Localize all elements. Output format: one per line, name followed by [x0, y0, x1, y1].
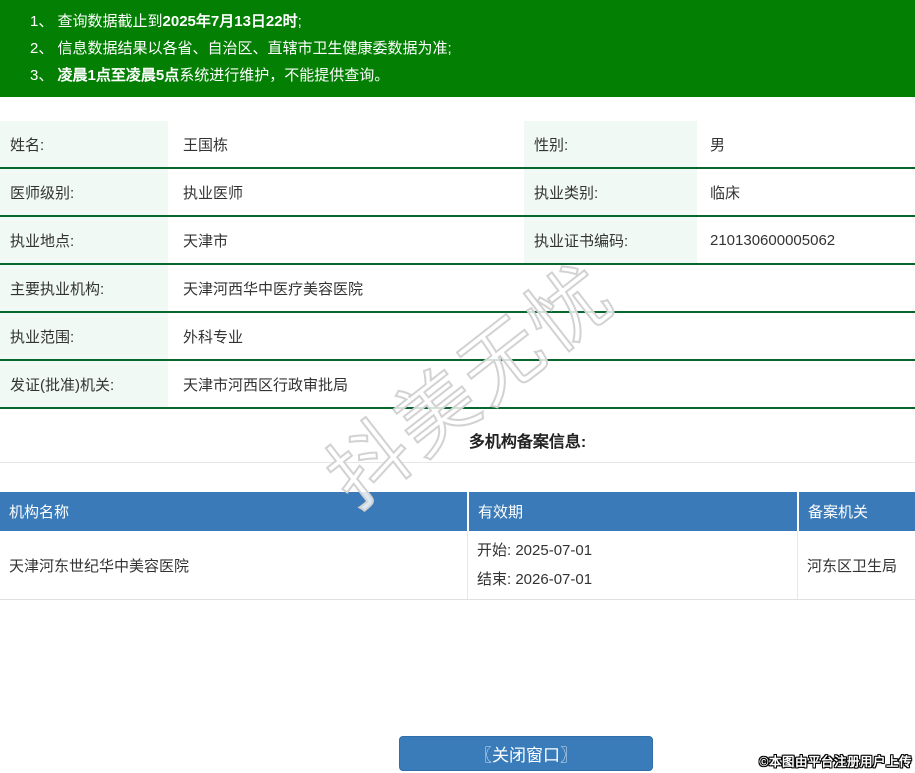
notice-line-2: 2、 信息数据结果以各省、自治区、直辖市卫生健康委数据为准; — [30, 35, 915, 62]
section-divider-line — [0, 462, 915, 463]
filing-col-header-validity: 有效期 — [467, 492, 797, 531]
field-label-name: 姓名: — [0, 121, 168, 167]
info-row-main-institution: 主要执业机构: 天津河西华中医疗美容医院 — [0, 265, 915, 313]
filing-table-header: 机构名称 有效期 备案机关 — [0, 492, 915, 531]
filing-cell-authority: 河东区卫生局 — [797, 531, 915, 599]
field-label-practice-location: 执业地点: — [0, 217, 168, 263]
notice-line-3: 3、 凌晨1点至凌晨5点系统进行维护，不能提供查询。 — [30, 62, 915, 89]
field-label-main-institution: 主要执业机构: — [0, 265, 168, 311]
field-label-issuing-authority: 发证(批准)机关: — [0, 361, 168, 407]
filing-cell-institution-name: 天津河东世纪华中美容医院 — [0, 531, 467, 599]
notice-banner: 1、 查询数据截止到2025年7月13日22时; 2、 信息数据结果以各省、自治… — [0, 0, 915, 97]
filing-col-header-institution: 机构名称 — [9, 504, 70, 521]
filing-section-title: 多机构备案信息: — [468, 434, 587, 451]
field-label-gender: 性别: — [524, 121, 697, 167]
notice-text: 2、 信息数据结果以各省、自治区、直辖市卫生健康委数据为准; — [30, 40, 452, 57]
field-label-practice-scope: 执业范围: — [0, 313, 168, 359]
info-row-level-category: 医师级别: 执业医师 执业类别: 临床 — [0, 169, 915, 217]
validity-end: 结束: 2026-07-01 — [477, 570, 593, 588]
notice-text: 3、 — [30, 67, 58, 84]
info-row-issuing-authority: 发证(批准)机关: 天津市河西区行政审批局 — [0, 361, 915, 409]
notice-text-bold: 凌晨1点至凌晨5点 — [57, 67, 180, 84]
field-value-practice-location: 天津市 — [168, 217, 524, 263]
field-label-certificate-number: 执业证书编码: — [524, 217, 697, 263]
notice-text: 1、 查询数据截止到 — [30, 13, 163, 30]
validity-start: 开始: 2025-07-01 — [477, 541, 593, 559]
info-row-name-gender: 姓名: 王国栋 性别: 男 — [0, 121, 915, 169]
filing-table-row: 天津河东世纪华中美容医院 开始: 2025-07-01 结束: 2026-07-… — [0, 531, 915, 600]
field-value-main-institution: 天津河西华中医疗美容医院 — [168, 265, 915, 311]
info-row-practice-scope: 执业范围: 外科专业 — [0, 313, 915, 361]
info-row-location-certno: 执业地点: 天津市 执业证书编码: 210130600005062 — [0, 217, 915, 265]
filing-col-header-authority: 备案机关 — [797, 492, 915, 531]
field-value-doctor-level: 执业医师 — [168, 169, 524, 215]
close-window-button[interactable]: 〖关闭窗口〗 — [399, 736, 653, 771]
filing-table: 机构名称 有效期 备案机关 天津河东世纪华中美容医院 开始: 2025-07-0… — [0, 492, 915, 600]
field-value-practice-scope: 外科专业 — [168, 313, 915, 359]
notice-text: ; — [297, 13, 302, 30]
notice-line-1: 1、 查询数据截止到2025年7月13日22时; — [30, 8, 915, 35]
field-value-gender: 男 — [697, 121, 915, 167]
field-value-issuing-authority: 天津市河西区行政审批局 — [168, 361, 915, 407]
field-value-name: 王国栋 — [168, 121, 524, 167]
filing-cell-validity: 开始: 2025-07-01 结束: 2026-07-01 — [467, 531, 797, 599]
field-value-certificate-number: 210130600005062 — [697, 217, 915, 263]
attribution-note: ©本图由平台注册用户上传 — [759, 755, 912, 769]
notice-text: 系统进行维护，不能提供查询。 — [179, 67, 390, 84]
notice-text-bold: 2025年7月13日22时 — [162, 13, 298, 30]
field-label-practice-category: 执业类别: — [524, 169, 697, 215]
filing-section-heading: 多机构备案信息: — [140, 410, 915, 462]
field-value-practice-category: 临床 — [697, 169, 915, 215]
practitioner-info-table: 姓名: 王国栋 性别: 男 医师级别: 执业医师 执业类别: 临床 执业地点: … — [0, 121, 915, 409]
field-label-doctor-level: 医师级别: — [0, 169, 168, 215]
